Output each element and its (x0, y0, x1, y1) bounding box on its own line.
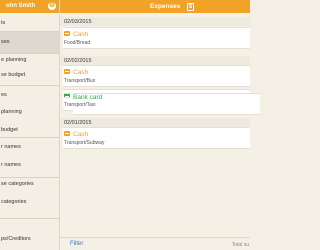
expense-category: Transport/Taxi (64, 102, 96, 108)
main-panel: Expenses $ 02/03/2015 Cash Food/Bread 02… (60, 0, 260, 250)
sidebar-item-label: r names (1, 144, 21, 150)
total-sum-label: Total su (231, 241, 249, 248)
sidebar-item-label: se budget (1, 72, 26, 78)
sidebar-item-label: categories (1, 199, 27, 205)
cash-icon (64, 69, 70, 74)
sidebar-item-label: es (1, 92, 7, 98)
divider (0, 85, 59, 86)
expense-entry[interactable]: Cash Food/Bread (63, 27, 250, 49)
sidebar-item-payer-names[interactable]: r names (0, 143, 59, 152)
payment-method: Bank card (73, 92, 260, 115)
cash-icon (64, 31, 70, 36)
date-label: 02/01/2015 (64, 119, 92, 126)
header-bar: Expenses $ (60, 0, 250, 13)
cash-icon (64, 131, 70, 136)
sidebar-item-label: budget (1, 127, 18, 133)
sidebar-header: ohn Smith ⚙ (0, 0, 59, 13)
sidebar-item-expense-budget[interactable]: se budget (0, 71, 59, 80)
sidebar-item-accounts[interactable]: ts (0, 19, 59, 28)
sidebar-item-label: e planning (1, 57, 27, 63)
sidebar-item-income-categories[interactable]: categories (0, 198, 59, 207)
sidebar-item-payee-names[interactable]: r names (0, 161, 59, 170)
page-title: Expenses (150, 3, 181, 10)
date-label: 02/03/2015 (64, 18, 92, 25)
bank-card-icon (64, 93, 70, 98)
date-label: 02/02/2015 (64, 57, 92, 64)
sidebar-item-expense-planning[interactable]: e planning (0, 56, 59, 65)
expense-category: Transport/Subway (64, 140, 105, 146)
expense-entry[interactable]: Bank card Transport/Taxi (63, 89, 260, 115)
divider (0, 177, 59, 178)
sidebar-item-label: planning (1, 109, 22, 115)
sidebar-item-label: se categories (1, 181, 34, 187)
payment-method: Cash (73, 30, 89, 38)
sidebar-item-expense-categories[interactable]: se categories (0, 180, 59, 189)
sidebar-item-label: ses (1, 39, 10, 45)
expense-entry[interactable]: Cash Transport/Bus (63, 65, 250, 87)
sidebar-item-label: ps/Creditors (1, 236, 31, 242)
expense-category: Food/Bread (64, 40, 91, 46)
payment-method: Cash (73, 130, 89, 138)
sidebar-item-label: r names (1, 162, 21, 168)
dollar-icon[interactable]: $ (187, 2, 194, 11)
date-header: 02/02/2015 (60, 56, 250, 65)
sidebar-item-income-budget[interactable]: budget (0, 126, 59, 135)
sidebar-item-expenses[interactable]: ses (0, 32, 59, 53)
sidebar-item-debtors-creditors[interactable]: ps/Creditors (0, 235, 59, 244)
divider (0, 53, 59, 54)
sidebar-item-label: ts (1, 20, 6, 26)
payment-method: Cash (73, 68, 89, 76)
divider (0, 137, 59, 138)
date-header: 02/01/2015 (60, 118, 250, 127)
expense-entry[interactable]: Cash Transport/Subway (63, 127, 250, 149)
divider (0, 218, 59, 219)
sidebar-item-income-planning[interactable]: planning (0, 108, 59, 117)
date-header: 02/03/2015 (60, 17, 250, 26)
sidebar: ohn Smith ⚙ ts ses e planning se budget … (0, 0, 60, 250)
sidebar-item-incomes[interactable]: es (0, 91, 59, 100)
bottom-toolbar: Filter Total su (60, 237, 250, 250)
gear-icon[interactable]: ⚙ (48, 2, 56, 10)
expense-category: Transport/Bus (64, 78, 96, 84)
filter-button[interactable]: Filter (70, 241, 83, 247)
user-name[interactable]: ohn Smith (6, 3, 35, 9)
